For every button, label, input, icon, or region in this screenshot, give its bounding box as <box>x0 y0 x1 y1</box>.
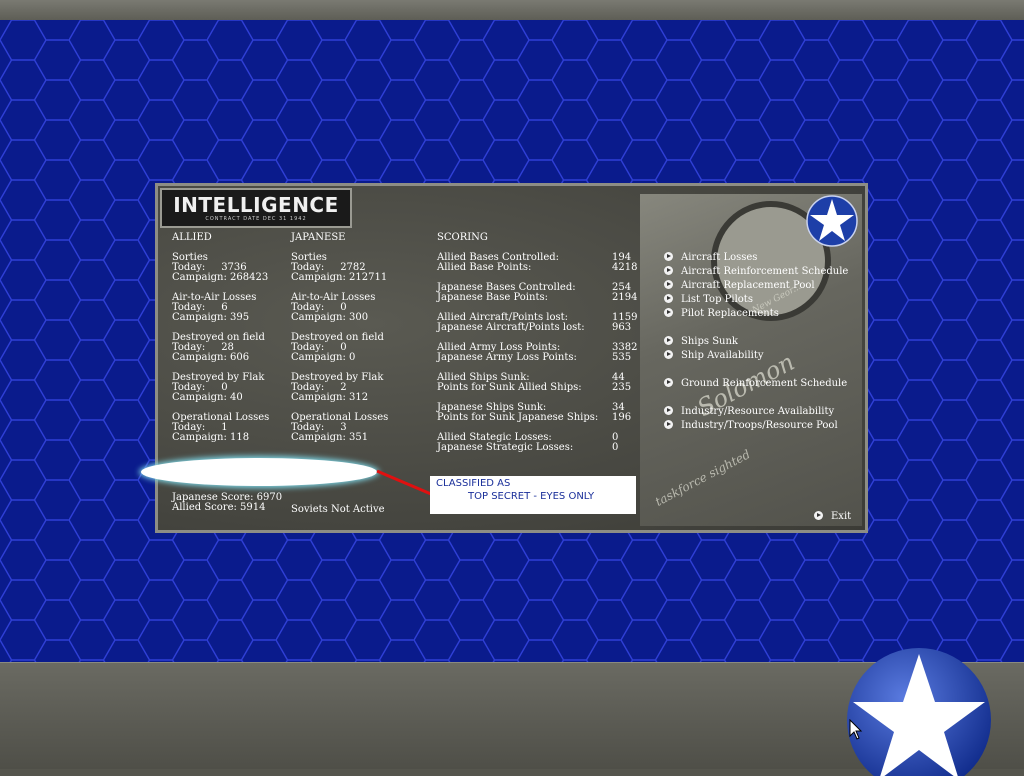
scoring-label: Allied Stategic Losses: Japanese Strateg… <box>437 432 574 453</box>
arrow-bullet-icon <box>664 252 673 261</box>
arrow-bullet-icon <box>664 420 673 429</box>
menu-aircraft-replacement-pool[interactable]: Aircraft Replacement Pool <box>664 280 815 291</box>
classified-callout: CLASSIFIED AS TOP SECRET - EYES ONLY <box>430 476 636 514</box>
scoring-header: SCORING <box>437 232 488 243</box>
allied-header: ALLIED <box>172 232 212 243</box>
menu-ships-sunk[interactable]: Ships Sunk <box>664 336 738 347</box>
allied-sorties: Sorties Today: 3736 Campaign: 268423 <box>172 252 269 283</box>
large-star-roundel-icon <box>847 648 991 776</box>
soviets-status: Soviets Not Active <box>291 504 385 515</box>
scoring-label: Japanese Ships Sunk: Points for Sunk Jap… <box>437 402 599 423</box>
mouse-pointer-icon <box>849 719 863 740</box>
menu-pilot-replacements[interactable]: Pilot Replacements <box>664 308 779 319</box>
scoring-value: 254 2194 <box>612 282 638 303</box>
callout-line-2: TOP SECRET - EYES ONLY <box>468 491 595 502</box>
contract-date: CONTRACT DATE DEC 31 1942 <box>205 216 307 222</box>
allied-destroyed-on-field: Destroyed on field Today: 28 Campaign: 6… <box>172 332 265 363</box>
menu-aircraft-losses[interactable]: Aircraft Losses <box>664 252 757 263</box>
menu-industry-resource-availability[interactable]: Industry/Resource Availability <box>664 406 834 417</box>
menu-aircraft-reinforcement-schedule[interactable]: Aircraft Reinforcement Schedule <box>664 266 848 277</box>
allied-operational-losses: Operational Losses Today: 1 Campaign: 11… <box>172 412 270 443</box>
japanese-destroyed-on-field: Destroyed on field Today: 0 Campaign: 0 <box>291 332 384 363</box>
top-bar <box>0 0 1024 21</box>
arrow-bullet-icon <box>664 266 673 275</box>
menu-ship-availability[interactable]: Ship Availability <box>664 350 764 361</box>
scoring-label: Allied Bases Controlled: Allied Base Poi… <box>437 252 560 273</box>
scoring-value: 0 0 <box>612 432 619 453</box>
redaction-ellipse <box>141 458 377 486</box>
scoring-label: Allied Aircraft/Points lost: Japanese Ai… <box>437 312 585 333</box>
menu-list-top-pilots[interactable]: List Top Pilots <box>664 294 753 305</box>
arrow-bullet-icon <box>664 280 673 289</box>
score-summary: Japanese Score: 6970 Allied Score: 5914 <box>172 492 283 513</box>
arrow-bullet-icon <box>664 378 673 387</box>
japanese-operational-losses: Operational Losses Today: 3 Campaign: 35… <box>291 412 389 443</box>
exit-button[interactable]: Exit <box>814 511 851 522</box>
callout-line-1: CLASSIFIED AS <box>436 478 511 489</box>
scoring-label: Japanese Bases Controlled: Japanese Base… <box>437 282 576 303</box>
scoring-value: 44 235 <box>612 372 632 393</box>
scoring-label: Allied Ships Sunk: Points for Sunk Allie… <box>437 372 582 393</box>
japanese-destroyed-by-flak: Destroyed by Flak Today: 2 Campaign: 312 <box>291 372 384 403</box>
arrow-bullet-icon <box>664 336 673 345</box>
scoring-value: 34 196 <box>612 402 632 423</box>
scoring-label: Allied Army Loss Points: Japanese Army L… <box>437 342 577 363</box>
arrow-bullet-icon <box>814 511 823 520</box>
star-roundel-icon <box>806 195 858 247</box>
scoring-value: 1159 963 <box>612 312 638 333</box>
menu-industry-troops-resource-pool[interactable]: Industry/Troops/Resource Pool <box>664 420 838 431</box>
scoring-value: 3382 535 <box>612 342 638 363</box>
arrow-bullet-icon <box>664 406 673 415</box>
annotation-arrow <box>376 469 432 496</box>
arrow-bullet-icon <box>664 350 673 359</box>
japanese-header: JAPANESE <box>291 232 346 243</box>
scoring-value: 194 4218 <box>612 252 638 273</box>
intelligence-title-plate: INTELLIGENCE CONTRACT DATE DEC 31 1942 <box>160 188 352 228</box>
arrow-bullet-icon <box>664 308 673 317</box>
japanese-air-to-air-losses: Air-to-Air Losses Today: 0 Campaign: 300 <box>291 292 376 323</box>
arrow-bullet-icon <box>664 294 673 303</box>
allied-air-to-air-losses: Air-to-Air Losses Today: 6 Campaign: 395 <box>172 292 257 323</box>
page-title: INTELLIGENCE <box>173 193 339 217</box>
japanese-sorties: Sorties Today: 2782 Campaign: 212711 <box>291 252 388 283</box>
menu-ground-reinforcement-schedule[interactable]: Ground Reinforcement Schedule <box>664 378 847 389</box>
allied-destroyed-by-flak: Destroyed by Flak Today: 0 Campaign: 40 <box>172 372 265 403</box>
